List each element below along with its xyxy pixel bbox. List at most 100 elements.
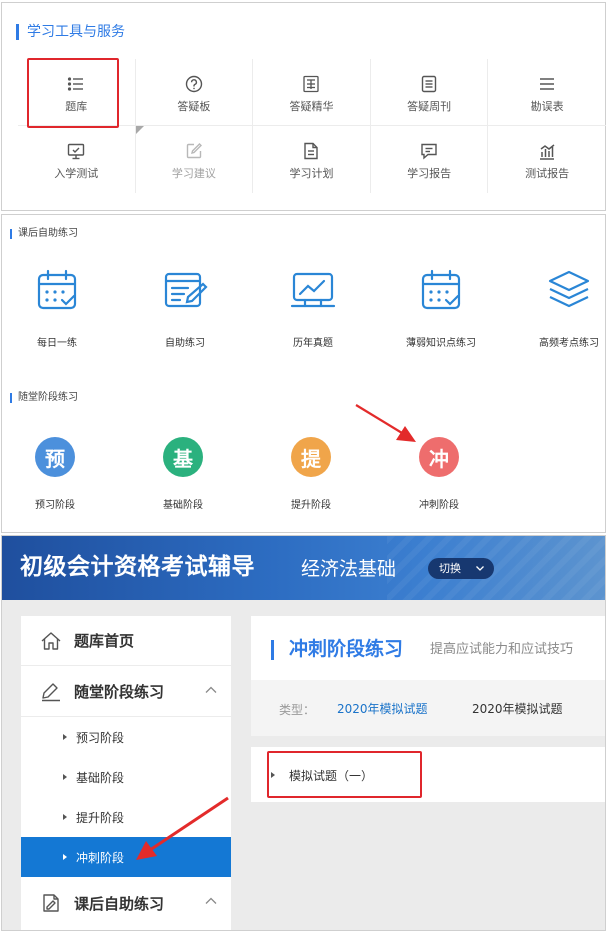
sidebar-item-home[interactable]: 题库首页: [21, 616, 231, 666]
sidebar-label: 题库首页: [74, 632, 135, 650]
sidebar-label: 提升阶段: [76, 810, 125, 825]
message-icon: [419, 141, 439, 161]
question-circle-icon: [184, 74, 204, 94]
type-option[interactable]: 2020年模拟试题: [472, 700, 563, 717]
stage-jichu[interactable]: 基 基础阶段: [143, 437, 223, 511]
chevron-up-icon: [205, 686, 217, 693]
type-filter-bar: 类型： 2020年模拟试题 2020年模拟试题: [251, 680, 605, 736]
tool-xuexijihua[interactable]: 学习计划: [253, 126, 371, 193]
tool-kanwubiao[interactable]: 勘误表: [488, 59, 606, 126]
content-title: 冲刺阶段练习: [289, 638, 404, 660]
tool-label: 答疑精华: [289, 100, 334, 113]
book-icon: [40, 892, 62, 914]
bar-chart-icon: [537, 141, 557, 161]
monitor-chart-icon: [290, 272, 336, 308]
after-class-item-zizhulianxi[interactable]: 自助练习: [130, 267, 240, 349]
calendar-check-icon: [37, 269, 77, 310]
monitor-icon: [66, 141, 86, 161]
sidebar-label: 课后自助练习: [74, 894, 165, 913]
title-accent-bar: [271, 640, 274, 660]
type-option-selected[interactable]: 2020年模拟试题: [337, 700, 428, 717]
menu-lines-icon: [537, 74, 557, 94]
content-header: 冲刺阶段练习 提高应试能力和应试技巧 类型： 2020年模拟试题 2020年模拟…: [251, 616, 605, 736]
sidebar-label: 基础阶段: [76, 770, 125, 785]
after-class-label: 高频考点练习: [539, 338, 599, 349]
sidebar-label: 随堂阶段练习: [74, 683, 165, 701]
tool-label: 答疑板: [177, 100, 211, 113]
after-class-item-gaopinkaodian[interactable]: 高频考点练习: [514, 267, 607, 349]
after-class-title: 课后自助练习: [10, 229, 78, 239]
calendar-check-icon: [421, 269, 461, 310]
sidebar-item-yuxi[interactable]: 预习阶段: [21, 717, 231, 757]
tool-ceshibaogao[interactable]: 测试报告: [488, 126, 606, 193]
file-text-icon: [301, 141, 321, 161]
after-class-list: 每日一练 自助练习 历年真题 薄弱知识点练习 高频考点练习: [2, 267, 607, 367]
stage-yuxi[interactable]: 预 预习阶段: [15, 437, 95, 511]
tool-dayiban[interactable]: 答疑板: [135, 59, 254, 126]
pen-icon: [40, 681, 62, 703]
in-class-title: 随堂阶段练习: [10, 393, 78, 403]
after-class-item-boruozhishidian[interactable]: 薄弱知识点练习: [386, 267, 496, 349]
course-page: 初级会计资格考试辅导 经济法基础 切换 题库首页 随堂阶段练习 预习阶段 基础阶: [1, 535, 606, 931]
tool-ruxueceshi[interactable]: 入学测试: [18, 126, 136, 193]
highlight-box-mock-exam: [267, 751, 422, 798]
type-label: 类型：: [279, 703, 316, 717]
course-subject: 经济法基础: [301, 558, 397, 580]
home-icon: [40, 630, 62, 652]
tool-label: 学习建议: [171, 167, 216, 180]
stage-circle-icon: 预: [35, 437, 75, 477]
sidebar-label: 预习阶段: [76, 730, 125, 745]
switch-subject-button[interactable]: 切换: [428, 558, 494, 579]
edit-icon: [184, 141, 204, 161]
tool-label: 勘误表: [530, 100, 564, 113]
chevron-down-icon: [476, 566, 484, 571]
corner-mark: [135, 126, 144, 134]
stage-tisheng[interactable]: 提 提升阶段: [271, 437, 351, 511]
document-icon: [419, 74, 439, 94]
tool-label: 测试报告: [525, 167, 570, 180]
after-class-label: 薄弱知识点练习: [406, 338, 476, 349]
banner-decoration: [387, 536, 605, 600]
highlight-box-tiku: [27, 58, 119, 128]
sidebar: 题库首页 随堂阶段练习 预习阶段 基础阶段 提升阶段 冲刺阶段 课后自助练习: [21, 616, 231, 930]
tool-dayijinghua[interactable]: 答疑精华: [253, 59, 371, 126]
tool-xuexibaogao[interactable]: 学习报告: [371, 126, 489, 193]
stage-label: 提升阶段: [291, 500, 331, 511]
stage-circle-icon: 提: [291, 437, 331, 477]
switch-label: 切换: [439, 562, 461, 575]
stage-chongci[interactable]: 冲 冲刺阶段: [399, 437, 479, 511]
after-class-item-meiriyilian[interactable]: 每日一练: [2, 267, 112, 349]
course-title: 初级会计资格考试辅导: [20, 554, 255, 580]
stage-label: 基础阶段: [163, 500, 203, 511]
content-description: 提高应试能力和应试技巧: [430, 642, 574, 657]
sidebar-item-in-class[interactable]: 随堂阶段练习: [21, 667, 231, 717]
writing-icon: [164, 272, 208, 308]
sidebar-item-jichu[interactable]: 基础阶段: [21, 757, 231, 797]
after-class-item-linianzhenti[interactable]: 历年真题: [258, 267, 368, 349]
tool-label: 学习报告: [407, 167, 452, 180]
tool-label: 学习计划: [289, 167, 334, 180]
chevron-up-icon: [205, 897, 217, 904]
stage-circle-icon: 基: [163, 437, 203, 477]
after-class-label: 历年真题: [293, 338, 333, 349]
after-class-label: 自助练习: [165, 338, 205, 349]
caret-right-icon: [63, 854, 67, 860]
sidebar-label: 冲刺阶段: [76, 850, 125, 865]
tool-xuexijianyi[interactable]: 学习建议: [135, 126, 254, 193]
tools-title: 学习工具与服务: [16, 24, 125, 40]
caret-right-icon: [63, 814, 67, 820]
sidebar-item-chongci[interactable]: 冲刺阶段: [21, 837, 231, 877]
tool-label: 答疑周刊: [407, 100, 452, 113]
sidebar-item-tisheng[interactable]: 提升阶段: [21, 797, 231, 837]
stage-label: 冲刺阶段: [419, 500, 459, 511]
tool-label: 入学测试: [54, 167, 99, 180]
sidebar-item-after-class[interactable]: 课后自助练习: [21, 878, 231, 928]
caret-right-icon: [63, 734, 67, 740]
layers-icon: [548, 270, 590, 308]
after-class-label: 每日一练: [37, 338, 77, 349]
caret-right-icon: [63, 774, 67, 780]
essence-icon: [301, 74, 321, 94]
course-banner: 初级会计资格考试辅导 经济法基础 切换: [2, 536, 605, 600]
tool-dayizhoukan[interactable]: 答疑周刊: [370, 59, 489, 126]
stage-circle-icon: 冲: [419, 437, 459, 477]
